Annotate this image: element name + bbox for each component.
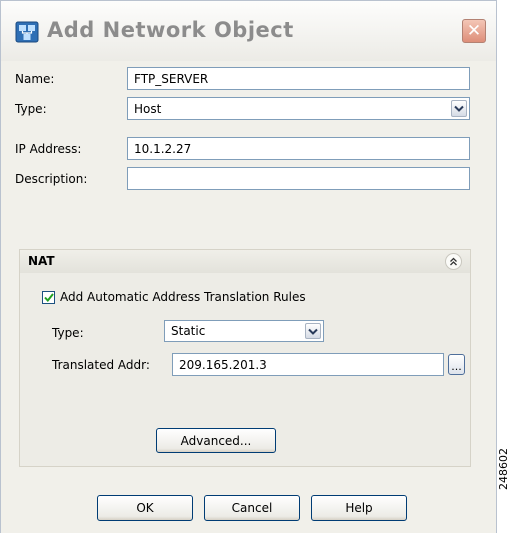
type-label: Type:	[15, 102, 47, 116]
close-icon: ✕	[466, 20, 482, 41]
ok-button[interactable]: OK	[97, 495, 193, 521]
nat-panel-title: NAT	[28, 254, 55, 268]
checkmark-icon	[43, 293, 54, 302]
auto-translation-checkbox[interactable]	[42, 291, 55, 304]
title-bar[interactable]: Add Network Object ✕	[1, 1, 496, 61]
type-select-value: Host	[134, 101, 162, 116]
help-button[interactable]: Help	[311, 495, 407, 521]
chevron-down-icon	[454, 105, 464, 112]
ip-address-value: 10.1.2.27	[134, 141, 192, 156]
nat-panel-header[interactable]: NAT	[20, 250, 470, 273]
nat-collapse-button[interactable]	[445, 253, 462, 270]
nat-type-value: Static	[171, 324, 206, 338]
close-button[interactable]: ✕	[462, 19, 486, 43]
name-field-value: FTP_SERVER	[134, 71, 209, 86]
nat-type-dropdown-button[interactable]	[305, 323, 321, 339]
name-label: Name:	[15, 72, 55, 86]
nat-type-select[interactable]: Static	[164, 320, 324, 342]
double-chevron-up-icon	[450, 257, 457, 266]
cancel-button[interactable]: Cancel	[204, 495, 300, 521]
ip-address-label: IP Address:	[15, 142, 82, 156]
name-field[interactable]: FTP_SERVER	[127, 67, 470, 90]
translated-addr-label: Translated Addr:	[52, 358, 150, 372]
nat-type-label: Type:	[52, 326, 84, 340]
type-select[interactable]: Host	[127, 97, 470, 120]
ip-address-field[interactable]: 10.1.2.27	[127, 137, 470, 160]
network-object-icon	[15, 21, 39, 43]
description-label: Description:	[15, 172, 88, 186]
type-dropdown-button[interactable]	[451, 100, 467, 117]
add-network-object-dialog: Add Network Object ✕ Name: FTP_SERVER Ty…	[0, 0, 497, 533]
auto-translation-label: Add Automatic Address Translation Rules	[60, 290, 306, 304]
advanced-button[interactable]: Advanced...	[156, 428, 276, 453]
translated-addr-browse-button[interactable]: ...	[448, 354, 465, 375]
dialog-title: Add Network Object	[47, 18, 294, 42]
translated-addr-value: 209.165.201.3	[179, 357, 267, 372]
description-field[interactable]	[127, 167, 470, 190]
nat-panel: NAT Add Automatic Address Translation Ru…	[19, 249, 471, 467]
chevron-down-icon	[308, 328, 318, 335]
figure-id: 248602	[497, 448, 510, 490]
translated-addr-field[interactable]: 209.165.201.3	[172, 353, 444, 376]
